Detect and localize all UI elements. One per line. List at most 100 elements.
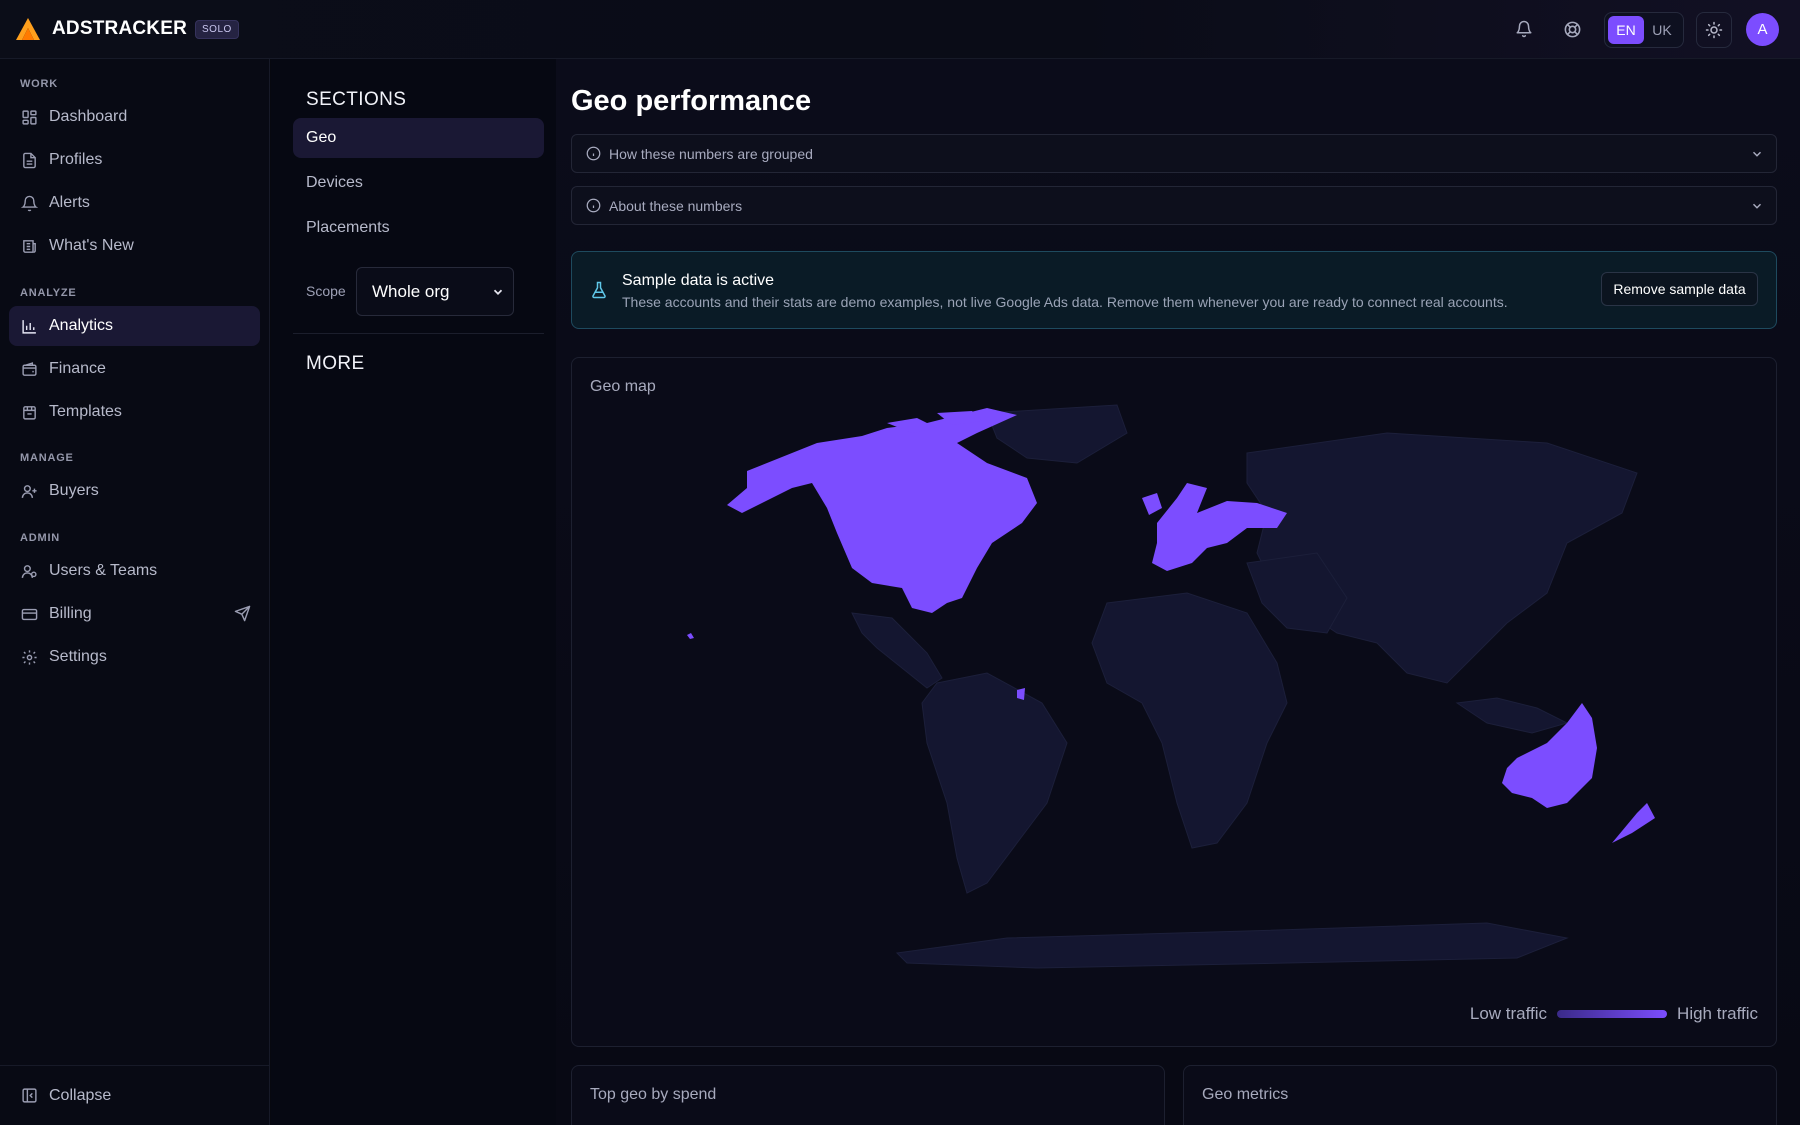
legend-high-label: High traffic [1677, 1004, 1758, 1023]
sidebar-collapse-icon [20, 1087, 38, 1105]
sidebar-item-label: What's New [49, 237, 134, 254]
collapse-button[interactable]: Collapse [0, 1065, 269, 1125]
bell-icon[interactable] [1512, 17, 1536, 41]
top-bar: ADSTRACKER SOLO EN UK A [0, 0, 1800, 59]
sidebar-item-profiles[interactable]: Profiles [9, 140, 260, 180]
sidebar-item-analytics[interactable]: Analytics [9, 306, 260, 346]
sidebar-item-label: Profiles [49, 151, 103, 168]
logo-icon [16, 18, 40, 40]
bell-icon [20, 194, 38, 212]
credit-card-icon [20, 605, 38, 623]
gear-icon [20, 648, 38, 666]
map-region-south-america [921, 672, 1068, 894]
geo-map-card: Geo map Low traffic High traffic [571, 357, 1777, 1047]
divider [293, 333, 544, 334]
sidebar-item-label: Alerts [49, 194, 90, 211]
sidebar: WORK Dashboard Profiles Alerts What's Ne… [0, 59, 270, 1125]
sidebar-item-templates[interactable]: Templates [9, 392, 260, 432]
sidebar-item-label: Settings [49, 648, 107, 665]
sidebar-item-label: Dashboard [49, 108, 128, 125]
plan-badge: SOLO [195, 19, 239, 39]
scope-select[interactable]: Whole org [356, 267, 514, 316]
map-region-north-america [727, 408, 1037, 613]
chevron-down-icon [1750, 147, 1764, 164]
sun-icon [1705, 21, 1723, 39]
sidebar-item-billing[interactable]: Billing [9, 594, 260, 634]
accordion-about[interactable]: About these numbers [571, 186, 1777, 225]
legend-low-label: Low traffic [1469, 1004, 1548, 1023]
top-geo-title: Top geo by spend [590, 1086, 717, 1103]
sample-data-banner: Sample data is active These accounts and… [571, 251, 1777, 329]
scope-value: Whole org [372, 281, 450, 301]
geo-metrics-card: Geo metrics [1183, 1065, 1777, 1125]
template-icon [20, 403, 38, 421]
group-title-manage: MANAGE [20, 452, 74, 464]
map-region-uk [1142, 493, 1162, 515]
info-icon [586, 198, 601, 213]
sidebar-item-alerts[interactable]: Alerts [9, 183, 260, 223]
legend-gradient [1557, 1010, 1668, 1018]
sidebar-item-label: Buyers [49, 482, 99, 499]
more-title: MORE [306, 353, 365, 374]
banner-title: Sample data is active [622, 272, 775, 289]
world-map[interactable] [687, 403, 1707, 983]
sidebar-item-label: Analytics [49, 317, 114, 334]
send-icon[interactable] [234, 605, 251, 627]
accordion-label: About these numbers [609, 197, 743, 214]
chevron-down-icon [491, 284, 505, 304]
accordion-label: How these numbers are grouped [609, 145, 813, 162]
brand-name: ADSTRACKER [52, 18, 187, 39]
language-en[interactable]: EN [1608, 16, 1644, 44]
map-region-antarctica [895, 922, 1569, 969]
geo-metrics-title: Geo metrics [1202, 1086, 1289, 1103]
avatar[interactable]: A [1746, 13, 1779, 46]
group-title-analyze: ANALYZE [20, 287, 77, 299]
brand[interactable]: ADSTRACKER SOLO [15, 16, 239, 42]
sidebar-item-buyers[interactable]: Buyers [9, 471, 260, 511]
sidebar-item-dashboard[interactable]: Dashboard [9, 97, 260, 137]
section-item-placements[interactable]: Placements [293, 208, 544, 248]
flask-icon [590, 281, 608, 304]
main-content: Geo performance How these numbers are gr… [556, 59, 1800, 1125]
map-legend: Low traffic High traffic [1470, 1004, 1758, 1024]
group-title-admin: ADMIN [20, 532, 61, 544]
section-item-devices[interactable]: Devices [293, 163, 544, 203]
language-switcher: EN UK [1604, 12, 1684, 48]
document-icon [20, 151, 38, 169]
users-icon [20, 562, 38, 580]
scope-label: Scope [306, 283, 346, 299]
top-geo-card: Top geo by spend [571, 1065, 1165, 1125]
accordion-grouping[interactable]: How these numbers are grouped [571, 134, 1777, 173]
sections-title: SECTIONS [306, 89, 407, 110]
page-title: Geo performance [571, 85, 812, 117]
map-region-central-america [851, 612, 943, 689]
sidebar-item-whats-new[interactable]: What's New [9, 226, 260, 266]
sidebar-item-label: Billing [49, 605, 92, 622]
sidebar-item-label: Users & Teams [49, 562, 158, 579]
banner-text: These accounts and their stats are demo … [622, 294, 1508, 310]
section-item-geo[interactable]: Geo [293, 118, 544, 158]
map-region-french-guiana [1017, 688, 1025, 700]
theme-toggle-button[interactable] [1696, 12, 1732, 48]
newspaper-icon [20, 237, 38, 255]
user-plus-icon [20, 482, 38, 500]
collapse-label: Collapse [49, 1086, 112, 1104]
remove-sample-data-button[interactable]: Remove sample data [1601, 272, 1758, 306]
bar-chart-icon [20, 317, 38, 335]
sidebar-item-finance[interactable]: Finance [9, 349, 260, 389]
dashboard-icon [20, 108, 38, 126]
sidebar-item-settings[interactable]: Settings [9, 637, 260, 677]
lifebuoy-icon[interactable] [1560, 17, 1584, 41]
sidebar-item-users-teams[interactable]: Users & Teams [9, 551, 260, 591]
geo-map-title: Geo map [590, 378, 656, 395]
chevron-down-icon [1750, 199, 1764, 216]
sidebar-item-label: Templates [49, 403, 122, 420]
language-uk[interactable]: UK [1644, 16, 1680, 44]
sections-panel: SECTIONS Geo Devices Placements Scope Wh… [271, 59, 556, 1125]
sidebar-item-label: Finance [49, 360, 106, 377]
group-title-work: WORK [20, 78, 59, 90]
wallet-icon [20, 360, 38, 378]
map-region-hawaii [687, 633, 694, 639]
info-icon [586, 146, 601, 161]
map-region-indonesia [1455, 697, 1569, 734]
